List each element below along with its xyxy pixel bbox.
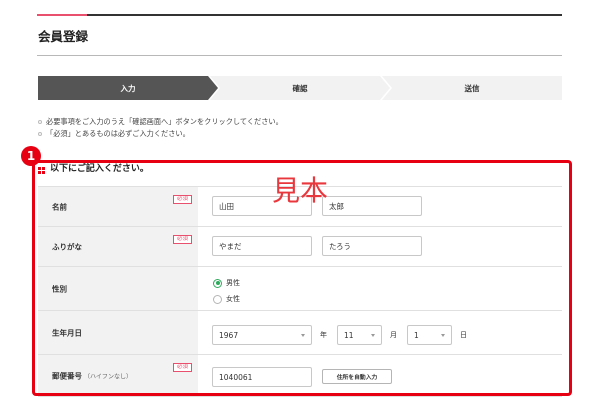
step-label: 送信 bbox=[464, 83, 480, 93]
birth-year-select[interactable]: 1967 bbox=[212, 325, 312, 345]
year-unit: 年 bbox=[320, 331, 327, 339]
postal-code-input[interactable] bbox=[212, 367, 312, 387]
circle-bullet-icon bbox=[38, 120, 42, 124]
radio-label[interactable]: 男性 bbox=[226, 278, 240, 288]
address-autofill-button[interactable]: 住所を自動入力 bbox=[322, 369, 392, 384]
value-cell: 住所を自動入力 bbox=[198, 355, 562, 396]
step-send: 送信 bbox=[382, 76, 562, 100]
form-row-birthdate: 生年月日 1967 年 11 月 1 日 bbox=[38, 311, 562, 355]
form-row-postal-code: 郵便番号（ハイフンなし） 必須 住所を自動入力 bbox=[38, 355, 562, 397]
birth-month-select[interactable]: 11 bbox=[337, 325, 382, 345]
value-cell bbox=[198, 187, 562, 226]
form-heading: 以下にご記入ください。 bbox=[50, 164, 149, 174]
select-value: 1967 bbox=[219, 330, 239, 340]
form-row-furigana: ふりがな 必須 bbox=[38, 227, 562, 267]
select-value: 1 bbox=[414, 330, 419, 340]
square-bullet-icon bbox=[38, 167, 41, 170]
day-unit: 日 bbox=[460, 331, 467, 339]
select-value: 11 bbox=[344, 330, 354, 340]
value-cell: 男性 女性 bbox=[198, 267, 562, 310]
radio-button-icon[interactable] bbox=[213, 294, 222, 304]
field-label: 郵便番号 （ハイフンなし） bbox=[52, 370, 132, 381]
page-title: 会員登録 bbox=[38, 29, 89, 44]
field-label: ふりがな bbox=[52, 242, 82, 251]
field-label: 名前 bbox=[52, 202, 67, 211]
field-label-main: 郵便番号 bbox=[52, 371, 82, 380]
required-badge: 必須 bbox=[172, 235, 192, 244]
top-rule bbox=[37, 14, 562, 16]
step-label: 確認 bbox=[292, 83, 308, 93]
month-unit: 月 bbox=[390, 331, 397, 339]
value-cell bbox=[198, 227, 562, 266]
field-label: 生年月日 bbox=[52, 328, 82, 337]
step-indicator: 入力 確認 送信 bbox=[38, 76, 562, 100]
step-input: 入力 bbox=[38, 76, 218, 100]
title-divider bbox=[37, 55, 562, 56]
chevron-down-icon bbox=[301, 334, 305, 337]
note-item: 「必須」とあるものは必ずご入力ください。 bbox=[38, 128, 283, 140]
label-cell: 性別 bbox=[38, 267, 198, 310]
required-badge: 必須 bbox=[172, 195, 192, 204]
label-cell: 生年月日 bbox=[38, 311, 198, 354]
label-cell: 郵便番号 （ハイフンなし） 必須 bbox=[38, 355, 198, 396]
step-confirm: 確認 bbox=[210, 76, 390, 100]
value-cell: 1967 年 11 月 1 日 bbox=[198, 311, 562, 354]
chevron-down-icon bbox=[441, 334, 445, 337]
step-label: 入力 bbox=[120, 83, 136, 93]
label-cell: 名前 必須 bbox=[38, 187, 198, 226]
radio-label[interactable]: 女性 bbox=[226, 294, 240, 304]
gender-radio-male[interactable]: 男性 bbox=[213, 278, 240, 288]
last-name-kana-input[interactable] bbox=[212, 236, 312, 256]
field-sublabel: （ハイフンなし） bbox=[84, 373, 133, 380]
note-text: 必要事項をご入力のうえ「確認画面へ」ボタンをクリックしてください。 bbox=[46, 117, 283, 126]
chevron-down-icon bbox=[371, 334, 375, 337]
radio-button-icon[interactable] bbox=[213, 278, 222, 288]
required-badge: 必須 bbox=[172, 363, 192, 372]
note-text: 「必須」とあるものは必ずご入力ください。 bbox=[46, 129, 190, 138]
note-item: 必要事項をご入力のうえ「確認画面へ」ボタンをクリックしてください。 bbox=[38, 116, 283, 128]
top-rule-accent bbox=[37, 14, 87, 16]
field-label: 性別 bbox=[52, 284, 67, 293]
registration-form: 名前 必須 ふりがな 必須 性別 男性 女性 bbox=[38, 186, 562, 397]
first-name-input[interactable] bbox=[322, 196, 422, 216]
form-row-gender: 性別 男性 女性 bbox=[38, 267, 562, 311]
first-name-kana-input[interactable] bbox=[322, 236, 422, 256]
instructions: 必要事項をご入力のうえ「確認画面へ」ボタンをクリックしてください。 「必須」とあ… bbox=[38, 116, 283, 140]
gender-radio-female[interactable]: 女性 bbox=[213, 294, 240, 304]
label-cell: ふりがな 必須 bbox=[38, 227, 198, 266]
annotation-number-badge: 1 bbox=[21, 146, 41, 166]
birth-day-select[interactable]: 1 bbox=[407, 325, 452, 345]
sample-watermark: 見本 bbox=[272, 174, 329, 207]
circle-bullet-icon bbox=[38, 132, 42, 136]
